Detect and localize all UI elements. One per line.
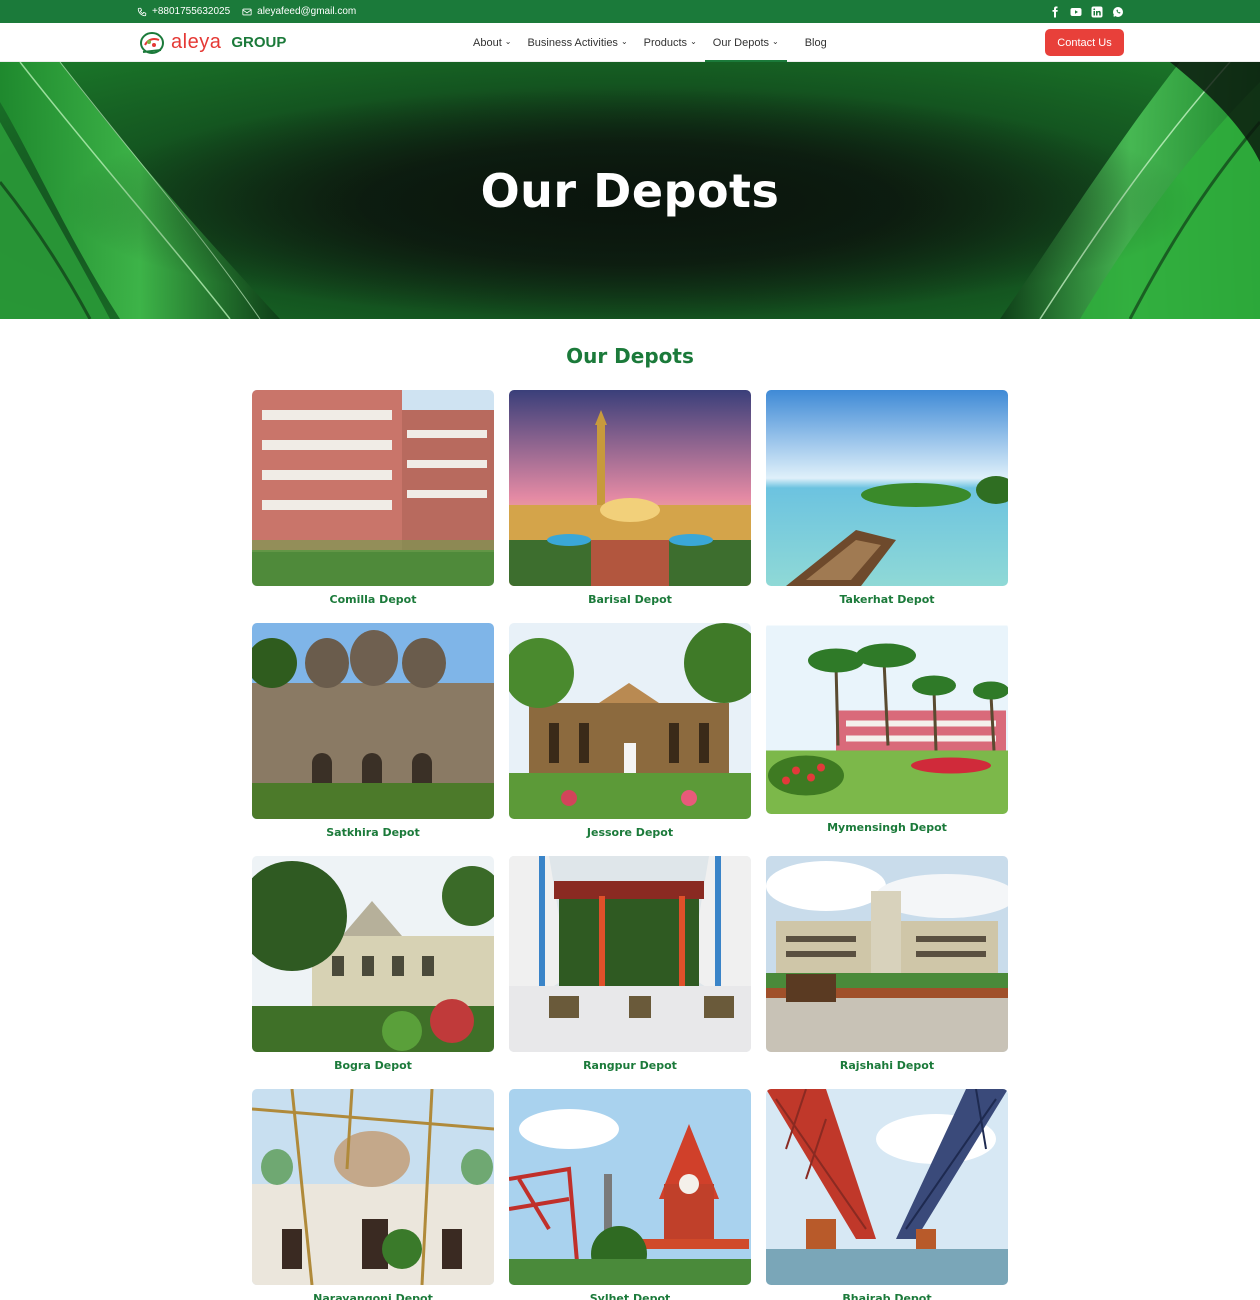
nav-label: Business Activities <box>527 36 618 49</box>
depot-image <box>252 390 494 586</box>
main-navbar: aleya GROUP About ⌄ Business Activities … <box>0 23 1260 62</box>
top-contact: +8801755632025 aleyafeed@gmail.com <box>137 0 356 23</box>
linkedin-icon[interactable] <box>1091 6 1103 18</box>
chevron-down-icon: ⌄ <box>772 37 779 46</box>
nav-item-blog[interactable]: Blog <box>797 23 835 62</box>
logo-mark-icon <box>140 31 164 54</box>
depot-image <box>766 390 1008 586</box>
depot-name: Bhairab Depot <box>842 1292 932 1300</box>
depot-name: Mymensingh Depot <box>827 821 947 834</box>
contact-us-button[interactable]: Contact Us <box>1045 29 1124 56</box>
depot-card-sylhet[interactable]: Sylhet Depot <box>509 1089 751 1300</box>
nav-label: About <box>473 36 502 49</box>
nav-label: Products <box>643 36 688 49</box>
depot-card-rajshahi[interactable]: Rajshahi Depot <box>766 856 1008 1072</box>
mail-icon <box>242 8 252 15</box>
depot-name: Sylhet Depot <box>589 1292 671 1300</box>
depot-image <box>252 623 494 819</box>
depot-image <box>252 856 494 1052</box>
depot-image <box>766 1089 1008 1285</box>
depot-card-jessore[interactable]: Jessore Depot <box>509 623 751 839</box>
nav-label: Our Depots <box>712 36 770 49</box>
facebook-icon[interactable] <box>1049 6 1061 18</box>
depot-image <box>766 856 1008 1052</box>
hero-banner: Our Depots <box>0 62 1260 319</box>
depot-image <box>509 856 751 1052</box>
phone-link[interactable]: +8801755632025 <box>137 6 230 17</box>
nav-item-business-activities[interactable]: Business Activities ⌄ <box>519 23 635 62</box>
youtube-icon[interactable] <box>1070 6 1082 18</box>
depot-card-bhairab[interactable]: Bhairab Depot <box>766 1089 1008 1300</box>
nav-item-about[interactable]: About ⌄ <box>465 23 519 62</box>
nav-menu: About ⌄ Business Activities ⌄ Products ⌄… <box>465 23 835 62</box>
depot-image <box>509 390 751 586</box>
hero-title: Our Depots <box>480 164 780 218</box>
depot-name: Comilla Depot <box>329 593 417 606</box>
depot-card-barisal[interactable]: Barisal Depot <box>509 390 751 606</box>
depot-name: Narayangonj Depot <box>313 1292 433 1300</box>
whatsapp-icon[interactable] <box>1112 6 1124 18</box>
chevron-down-icon: ⌄ <box>690 37 697 46</box>
chevron-down-icon: ⌄ <box>504 37 512 46</box>
depot-name: Takerhat Depot <box>839 593 935 606</box>
depot-card-mymensingh[interactable]: Mymensingh Depot <box>766 623 1008 834</box>
depot-card-bogra[interactable]: Bogra Depot <box>252 856 494 1072</box>
depot-card-comilla[interactable]: Comilla Depot <box>252 390 494 606</box>
depot-name: Satkhira Depot <box>326 826 420 839</box>
section-title: Our Depots <box>566 344 694 368</box>
top-bar: +8801755632025 aleyafeed@gmail.com <box>0 0 1260 23</box>
depot-image <box>509 623 751 819</box>
depot-image <box>252 1089 494 1285</box>
nav-item-our-depots[interactable]: Our Depots ⌄ <box>704 23 787 62</box>
chevron-down-icon: ⌄ <box>620 37 628 46</box>
depot-card-takerhat[interactable]: Takerhat Depot <box>766 390 1008 606</box>
depot-card-rangpur[interactable]: Rangpur Depot <box>509 856 751 1072</box>
depot-name: Jessore Depot <box>586 826 674 839</box>
logo[interactable]: aleya GROUP <box>139 29 286 56</box>
depot-name: Barisal Depot <box>588 593 672 606</box>
depot-name: Rangpur Depot <box>583 1059 677 1072</box>
brand-name: aleya <box>171 31 222 53</box>
depot-name: Bogra Depot <box>334 1059 412 1072</box>
nav-item-products[interactable]: Products ⌄ <box>636 23 705 62</box>
depot-card-satkhira[interactable]: Satkhira Depot <box>252 623 494 839</box>
depot-name: Rajshahi Depot <box>839 1059 935 1072</box>
phone-icon <box>137 7 147 16</box>
email-text: aleyafeed@gmail.com <box>257 6 357 17</box>
brand-group: GROUP <box>231 34 287 51</box>
social-links <box>1049 0 1124 23</box>
depot-image <box>766 623 1008 814</box>
email-link[interactable]: aleyafeed@gmail.com <box>242 6 356 17</box>
phone-text: +8801755632025 <box>152 6 231 17</box>
depot-card-narayangonj[interactable]: Narayangonj Depot <box>252 1089 494 1300</box>
depot-image <box>509 1089 751 1285</box>
nav-label: Blog <box>804 36 827 49</box>
